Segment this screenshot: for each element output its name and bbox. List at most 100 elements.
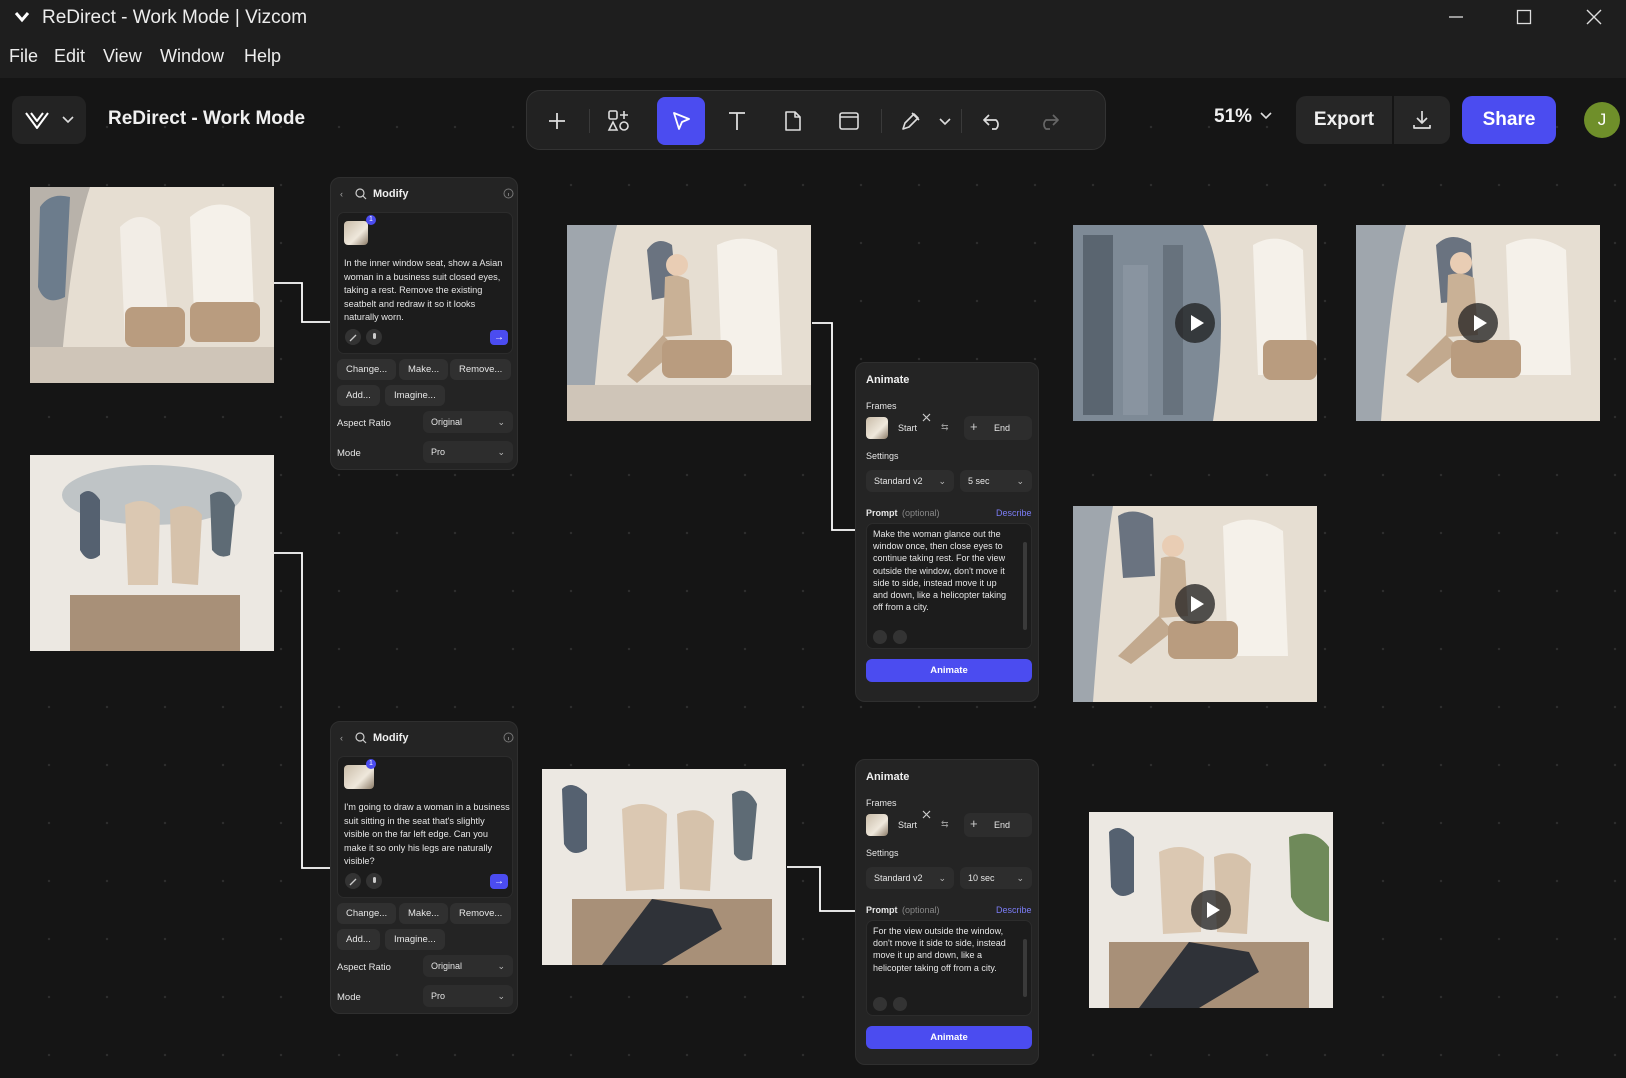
describe-link[interactable]: Describe <box>996 905 1032 915</box>
duration-select[interactable]: 5 sec ⌄ <box>960 470 1032 492</box>
animate-prompt-box[interactable]: Make the woman glance out the window onc… <box>866 523 1032 649</box>
chip-change[interactable]: Change... <box>337 359 397 380</box>
share-button[interactable]: Share <box>1462 96 1556 144</box>
animate-button[interactable]: Animate <box>866 659 1032 682</box>
maximize-icon[interactable] <box>1506 3 1542 31</box>
frame-tool-button[interactable] <box>825 97 873 145</box>
toolbar-divider <box>961 109 962 133</box>
model-select[interactable]: Standard v2 ⌄ <box>866 470 954 492</box>
play-icon[interactable] <box>1191 890 1231 930</box>
chevron-down-icon: ⌄ <box>1016 873 1024 883</box>
seat-render-image-2[interactable] <box>30 455 274 651</box>
text-tool-button[interactable] <box>713 97 761 145</box>
prompt-text[interactable]: In the inner window seat, show a Asian w… <box>344 257 510 325</box>
video-result-legs-seat[interactable] <box>1089 812 1333 1008</box>
chevron-down-icon[interactable] <box>939 117 951 127</box>
prompt-text[interactable]: I'm going to draw a woman in a business … <box>344 801 510 869</box>
minimize-icon[interactable] <box>1438 3 1474 31</box>
back-icon[interactable]: ‹ <box>340 733 343 743</box>
submit-arrow-button[interactable]: → <box>490 874 508 889</box>
animate-prompt-box[interactable]: For the view outside the window, don't m… <box>866 920 1032 1016</box>
zoom-level[interactable]: 51% <box>1214 106 1252 128</box>
vizcom-logo-menu-button[interactable] <box>12 96 86 144</box>
animate-prompt-text[interactable]: Make the woman glance out the window onc… <box>873 528 1013 613</box>
add-tool-button[interactable] <box>533 97 581 145</box>
play-icon[interactable] <box>1458 303 1498 343</box>
info-icon[interactable] <box>503 732 514 743</box>
app-menu-chevron-icon[interactable] <box>12 7 32 27</box>
scrollbar[interactable] <box>1023 542 1027 630</box>
mode-select[interactable]: Pro ⌄ <box>423 985 513 1007</box>
prompt-box[interactable]: 1 I'm going to draw a woman in a busines… <box>337 756 513 898</box>
swap-icon[interactable]: ⇆ <box>941 422 949 433</box>
close-window-icon[interactable] <box>1576 3 1612 31</box>
frame-icon <box>839 112 859 130</box>
chip-remove[interactable]: Remove... <box>450 903 512 924</box>
microphone-icon[interactable] <box>893 630 907 644</box>
chip-imagine[interactable]: Imagine... <box>385 929 445 950</box>
start-frame-thumbnail[interactable] <box>866 417 888 439</box>
eyedropper-tool-button[interactable] <box>887 97 935 145</box>
brush-icon[interactable] <box>345 329 361 345</box>
video-result-city-view[interactable] <box>1073 225 1317 421</box>
info-icon[interactable] <box>503 188 514 199</box>
chip-make[interactable]: Make... <box>399 903 449 924</box>
end-frame-slot[interactable]: + End <box>964 813 1032 837</box>
describe-link[interactable]: Describe <box>996 508 1032 518</box>
export-button[interactable]: Export <box>1296 96 1392 144</box>
close-icon[interactable] <box>922 810 931 819</box>
microphone-icon[interactable] <box>893 997 907 1011</box>
text-icon <box>729 112 745 130</box>
shapes-tool-button[interactable] <box>595 97 643 145</box>
start-frame-thumbnail[interactable] <box>866 814 888 836</box>
play-icon[interactable] <box>1175 584 1215 624</box>
play-icon[interactable] <box>1175 303 1215 343</box>
avatar[interactable]: J <box>1584 102 1620 138</box>
back-icon[interactable]: ‹ <box>340 189 343 199</box>
submit-arrow-button[interactable]: → <box>490 330 508 345</box>
menu-help[interactable]: Help <box>244 46 281 67</box>
seat-render-image-1[interactable] <box>30 187 274 383</box>
model-select[interactable]: Standard v2 ⌄ <box>866 867 954 889</box>
generated-legs-seat-image[interactable] <box>542 769 786 965</box>
prompt-box[interactable]: 1 In the inner window seat, show a Asian… <box>337 212 513 354</box>
model-value: Standard v2 <box>874 476 923 486</box>
modify-panel-2: ‹ Modify 1 I'm going to draw a woman in … <box>330 721 518 1014</box>
microphone-icon[interactable] <box>366 329 382 345</box>
chip-add[interactable]: Add... <box>337 929 380 950</box>
swap-icon[interactable]: ⇆ <box>941 819 949 830</box>
microphone-icon[interactable] <box>366 873 382 889</box>
image-icon[interactable] <box>873 997 887 1011</box>
image-icon[interactable] <box>873 630 887 644</box>
animate-prompt-text[interactable]: For the view outside the window, don't m… <box>873 925 1013 974</box>
aspect-ratio-select[interactable]: Original ⌄ <box>423 411 513 433</box>
video-result-woman-seat-2[interactable] <box>1073 506 1317 702</box>
chip-make[interactable]: Make... <box>399 359 449 380</box>
chip-remove[interactable]: Remove... <box>450 359 512 380</box>
download-button[interactable] <box>1394 96 1450 144</box>
generated-woman-seat-image[interactable] <box>567 225 811 421</box>
duration-select[interactable]: 10 sec ⌄ <box>960 867 1032 889</box>
chip-change[interactable]: Change... <box>337 903 397 924</box>
select-tool-button[interactable] <box>657 97 705 145</box>
project-name[interactable]: ReDirect - Work Mode <box>108 108 305 130</box>
chip-add[interactable]: Add... <box>337 385 380 406</box>
brush-icon[interactable] <box>345 873 361 889</box>
menu-file[interactable]: File <box>9 46 38 67</box>
end-frame-slot[interactable]: + End <box>964 416 1032 440</box>
video-result-woman-seat[interactable] <box>1356 225 1600 421</box>
mode-value: Pro <box>431 447 446 457</box>
aspect-ratio-select[interactable]: Original ⌄ <box>423 955 513 977</box>
undo-button[interactable] <box>969 97 1017 145</box>
animate-button[interactable]: Animate <box>866 1026 1032 1049</box>
menu-window[interactable]: Window <box>160 46 224 67</box>
document-tool-button[interactable] <box>769 97 817 145</box>
close-icon[interactable] <box>922 413 931 422</box>
chevron-down-icon[interactable] <box>1260 110 1272 122</box>
chip-imagine[interactable]: Imagine... <box>385 385 445 406</box>
redo-button[interactable] <box>1025 97 1073 145</box>
mode-select[interactable]: Pro ⌄ <box>423 441 513 463</box>
menu-edit[interactable]: Edit <box>54 46 85 67</box>
scrollbar[interactable] <box>1023 939 1027 997</box>
menu-view[interactable]: View <box>103 46 142 67</box>
